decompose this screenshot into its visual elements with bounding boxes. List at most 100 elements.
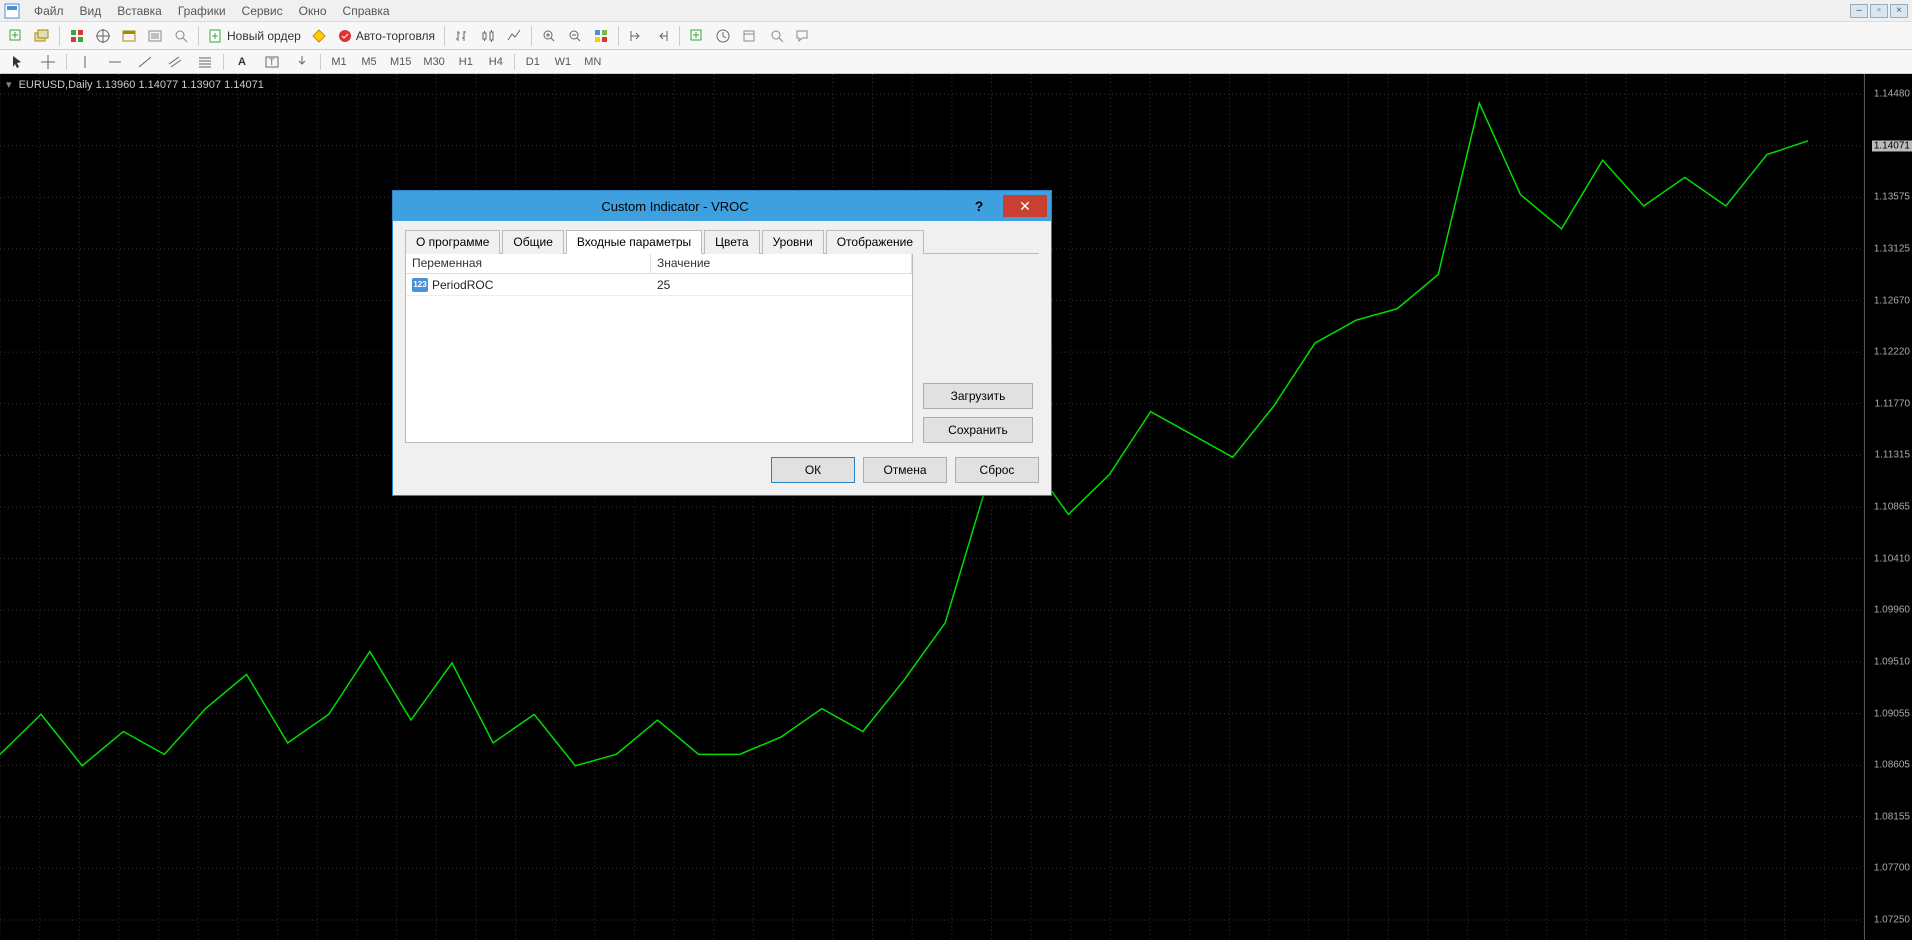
bars-button[interactable] xyxy=(450,25,474,47)
tab-3[interactable]: Цвета xyxy=(704,230,759,254)
strategy-tester-button[interactable] xyxy=(143,25,167,47)
search-button[interactable] xyxy=(765,25,789,47)
vline-tool[interactable] xyxy=(71,53,99,71)
timeframe-m1[interactable]: M1 xyxy=(325,53,353,71)
menu-bar: Файл Вид Вставка Графики Сервис Окно Спр… xyxy=(0,0,1912,22)
menu-file[interactable]: Файл xyxy=(26,2,72,20)
price-label: 1.07250 xyxy=(1874,915,1910,926)
zoom-out-icon xyxy=(567,28,583,44)
menu-help[interactable]: Справка xyxy=(335,2,398,20)
tile-windows-button[interactable] xyxy=(589,25,613,47)
restore-button[interactable]: ▫ xyxy=(1870,4,1888,18)
trendline-tool[interactable] xyxy=(131,53,159,71)
timeframe-d1[interactable]: D1 xyxy=(519,53,547,71)
cancel-button[interactable]: Отмена xyxy=(863,457,947,483)
line-icon xyxy=(506,28,522,44)
chart-ohlc-label: 1.13960 1.14077 1.13907 1.14071 xyxy=(96,79,264,91)
timeframe-m15[interactable]: M15 xyxy=(385,53,416,71)
mql-community-button[interactable] xyxy=(791,25,815,47)
vline-icon xyxy=(77,54,93,70)
shift-chart-button[interactable] xyxy=(624,25,648,47)
tab-5[interactable]: Отображение xyxy=(826,230,924,254)
load-button[interactable]: Загрузить xyxy=(923,383,1033,409)
channel-tool[interactable] xyxy=(161,53,189,71)
timeframe-w1[interactable]: W1 xyxy=(549,53,577,71)
terminal-button[interactable] xyxy=(117,25,141,47)
dialog-titlebar[interactable]: Custom Indicator - VROC ? ✕ xyxy=(393,191,1051,221)
tile-icon xyxy=(593,28,609,44)
zoom-in-icon xyxy=(541,28,557,44)
save-button[interactable]: Сохранить xyxy=(923,417,1033,443)
chart-dropdown-arrow-icon[interactable]: ▾ xyxy=(6,79,12,91)
zoom-in-button[interactable] xyxy=(537,25,561,47)
timeframe-m30[interactable]: M30 xyxy=(418,53,449,71)
auto-scroll-button[interactable] xyxy=(650,25,674,47)
channel-icon xyxy=(167,54,183,70)
dialog-close-button[interactable]: ✕ xyxy=(1003,195,1047,217)
text-tool[interactable]: A xyxy=(228,53,256,71)
data-window-button[interactable] xyxy=(169,25,193,47)
price-label: 1.14071 xyxy=(1872,140,1912,151)
profiles-button[interactable] xyxy=(30,25,54,47)
line-button[interactable] xyxy=(502,25,526,47)
metaquotes-button[interactable] xyxy=(307,25,331,47)
tab-1[interactable]: Общие xyxy=(502,230,563,254)
cursor-tool[interactable] xyxy=(4,53,32,71)
menu-service[interactable]: Сервис xyxy=(234,2,291,20)
shift-icon xyxy=(628,28,644,44)
window-controls: – ▫ × xyxy=(1850,4,1908,18)
minimize-button[interactable]: – xyxy=(1850,4,1868,18)
dialog-help-button[interactable]: ? xyxy=(957,195,1001,217)
templates-button[interactable] xyxy=(737,25,761,47)
tab-2[interactable]: Входные параметры xyxy=(566,230,702,254)
price-label: 1.14480 xyxy=(1874,89,1910,100)
menu-view[interactable]: Вид xyxy=(72,2,110,20)
auto-trading-icon xyxy=(337,28,353,44)
indicators-button[interactable] xyxy=(685,25,709,47)
navigator-button[interactable] xyxy=(91,25,115,47)
hline-tool[interactable] xyxy=(101,53,129,71)
price-label: 1.10410 xyxy=(1874,553,1910,564)
price-label: 1.12220 xyxy=(1874,347,1910,358)
timeframe-mn[interactable]: MN xyxy=(579,53,607,71)
param-value[interactable]: 25 xyxy=(651,276,912,294)
chart-title: ▾ EURUSD,Daily 1.13960 1.14077 1.13907 1… xyxy=(6,78,264,91)
menu-insert[interactable]: Вставка xyxy=(109,2,170,20)
tab-4[interactable]: Уровни xyxy=(762,230,824,254)
new-order-button[interactable]: Новый ордер xyxy=(204,28,305,44)
text-label-tool[interactable]: T xyxy=(258,53,286,71)
column-value[interactable]: Значение xyxy=(651,254,912,273)
auto-trading-label: Авто-торговля xyxy=(356,29,435,43)
zoom-out-button[interactable] xyxy=(563,25,587,47)
price-axis: 1.144801.140711.135751.131251.126701.122… xyxy=(1864,74,1912,940)
parameters-table[interactable]: Переменная Значение 123PeriodROC25 xyxy=(405,253,913,443)
periods-button[interactable] xyxy=(711,25,735,47)
timeframe-h1[interactable]: H1 xyxy=(452,53,480,71)
candles-button[interactable] xyxy=(476,25,500,47)
arrows-tool[interactable] xyxy=(288,53,316,71)
crosshair-icon xyxy=(40,54,56,70)
cursor-icon xyxy=(10,54,26,70)
menu-charts[interactable]: Графики xyxy=(170,2,234,20)
int-param-icon: 123 xyxy=(412,278,428,292)
price-label: 1.08605 xyxy=(1874,760,1910,771)
tab-0[interactable]: О программе xyxy=(405,230,500,254)
ok-button[interactable]: ОК xyxy=(771,457,855,483)
reset-button[interactable]: Сброс xyxy=(955,457,1039,483)
menu-window[interactable]: Окно xyxy=(291,2,335,20)
market-watch-button[interactable] xyxy=(65,25,89,47)
template-icon xyxy=(741,28,757,44)
close-button[interactable]: × xyxy=(1890,4,1908,18)
fibo-tool[interactable] xyxy=(191,53,219,71)
new-chart-button[interactable] xyxy=(4,25,28,47)
price-label: 1.12670 xyxy=(1874,295,1910,306)
auto-trading-button[interactable]: Авто-торговля xyxy=(333,28,439,44)
timeframe-h4[interactable]: H4 xyxy=(482,53,510,71)
indicator-dialog: Custom Indicator - VROC ? ✕ О программеО… xyxy=(392,190,1052,496)
column-variable[interactable]: Переменная xyxy=(406,254,651,273)
crosshair-tool[interactable] xyxy=(34,53,62,71)
timeframe-m5[interactable]: M5 xyxy=(355,53,383,71)
price-label: 1.13125 xyxy=(1874,243,1910,254)
arrows-icon xyxy=(294,54,310,70)
table-row[interactable]: 123PeriodROC25 xyxy=(406,274,912,296)
